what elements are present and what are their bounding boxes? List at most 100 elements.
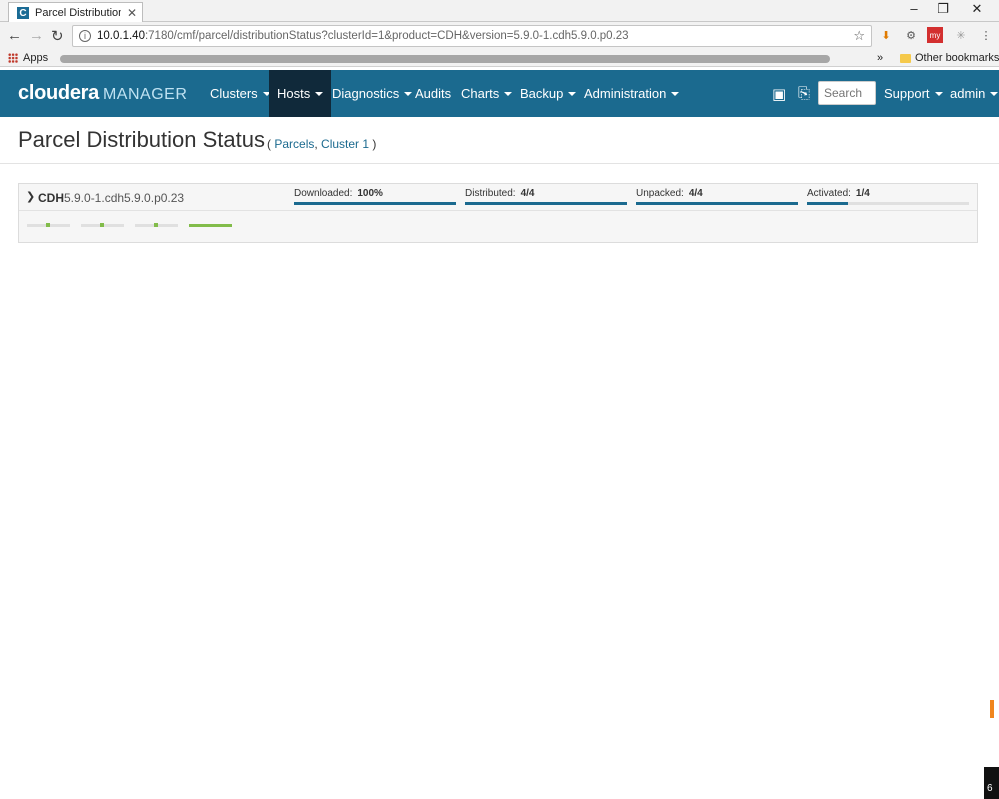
caret-down-icon	[315, 91, 324, 96]
progress-fill	[294, 202, 456, 205]
host-status-dot	[100, 223, 104, 227]
stage-label: Unpacked:	[636, 188, 684, 199]
caret-down-icon	[990, 91, 999, 96]
menu-backup-label: Backup	[520, 86, 564, 101]
url-host: 10.0.1.40	[97, 30, 145, 42]
menu-audits[interactable]: Audits	[407, 70, 459, 117]
progress-bar	[636, 202, 798, 205]
parcels-gift-icon[interactable]: ▣	[772, 85, 786, 103]
close-window-icon[interactable]: ✕	[963, 1, 991, 17]
menu-user-label: admin	[950, 86, 986, 101]
menu-backup[interactable]: Backup	[512, 70, 584, 117]
address-bar[interactable]: i 10.0.1.40 :7180/cmf/parcel/distributio…	[72, 25, 872, 47]
stage-distributed: Distributed: 4/4	[465, 188, 627, 205]
browser-toolbar: ← → ↻ i 10.0.1.40 :7180/cmf/parcel/distr…	[0, 22, 999, 50]
progress-fill	[807, 202, 848, 205]
chevron-down-icon[interactable]: ❯	[26, 190, 35, 203]
bookmarks-overflow[interactable]: »	[877, 52, 883, 64]
browser-menu-icon[interactable]: ⋮	[978, 27, 994, 43]
running-commands-icon[interactable]: ⎘	[798, 85, 810, 102]
restore-window-icon[interactable]: ❐	[929, 1, 957, 17]
crumb-open: (	[267, 137, 271, 151]
close-tab-icon[interactable]: ✕	[127, 6, 137, 20]
search-input[interactable]	[818, 81, 876, 105]
info-icon[interactable]: i	[79, 30, 91, 42]
browser-tabstrip: C Parcel Distribution S ✕ – ❐ ✕	[0, 0, 999, 23]
extension-gear-icon[interactable]: ⚙	[903, 27, 919, 43]
crumb-separator: ,	[314, 137, 318, 151]
bookmark-star-icon[interactable]: ☆	[853, 28, 865, 44]
stage-activated: Activated: 1/4	[807, 188, 969, 205]
bookmark-other-label: Other bookmarks	[915, 52, 999, 64]
stage-label: Downloaded:	[294, 188, 353, 199]
progress-bar	[294, 202, 456, 205]
stage-value: 4/4	[688, 188, 703, 199]
stage-downloaded: Downloaded: 100%	[294, 188, 456, 205]
host-status-dot	[46, 223, 50, 227]
menu-clusters[interactable]: Clusters	[202, 70, 279, 117]
logo-sub-text: MANAGER	[102, 86, 188, 103]
reload-icon[interactable]: ↻	[51, 27, 64, 45]
host-status-bar[interactable]	[27, 223, 70, 227]
extension-my-icon[interactable]: my	[927, 27, 943, 43]
menu-diagnostics[interactable]: Diagnostics	[324, 70, 420, 117]
bookmarks-bar: Apps » Other bookmarks	[0, 50, 999, 67]
folder-icon	[900, 53, 911, 63]
crumb-close: )	[372, 137, 377, 151]
menu-charts[interactable]: Charts	[453, 70, 520, 117]
host-status-bar[interactable]	[81, 223, 124, 227]
cloudera-favicon-icon: C	[17, 7, 29, 19]
menu-diagnostics-label: Diagnostics	[332, 86, 400, 101]
download-icon[interactable]: ⬇	[878, 27, 894, 43]
logo-text: cloudera	[18, 82, 99, 104]
minimize-window-icon[interactable]: –	[900, 1, 928, 16]
bookmark-apps[interactable]: Apps	[8, 52, 48, 64]
feedback-tab[interactable]	[990, 700, 994, 718]
caret-down-icon	[671, 91, 680, 96]
menu-charts-label: Charts	[461, 86, 500, 101]
parcel-panel: ❯ CDH 5.9.0-1.cdh5.9.0.p0.23 Downloaded:…	[18, 183, 978, 243]
cloudera-manager-logo[interactable]: cloudera MANAGER	[18, 82, 187, 105]
tab-title: Parcel Distribution S	[35, 7, 121, 19]
host-status-bar[interactable]	[189, 224, 232, 227]
forward-arrow-icon[interactable]: →	[29, 27, 44, 44]
stage-value: 4/4	[520, 188, 535, 199]
bookmark-apps-label: Apps	[23, 52, 49, 64]
parcel-version: 5.9.0-1.cdh5.9.0.p0.23	[64, 191, 185, 205]
stage-value: 1/4	[855, 188, 870, 199]
divider	[0, 163, 999, 164]
url-path: :7180/cmf/parcel/distributionStatus?clus…	[144, 30, 629, 42]
menu-audits-label: Audits	[415, 86, 452, 101]
menu-support-label: Support	[884, 86, 930, 101]
host-status-bar[interactable]	[135, 223, 178, 227]
menu-user[interactable]: admin	[942, 70, 999, 117]
progress-bar	[807, 202, 969, 205]
stage-label: Distributed:	[465, 188, 516, 199]
menu-clusters-label: Clusters	[210, 86, 258, 101]
stage-unpacked: Unpacked: 4/4	[636, 188, 798, 205]
page-title: Parcel Distribution Status	[18, 127, 265, 152]
crumb-parcels-link[interactable]: Parcels	[274, 137, 314, 151]
extension-puzzle-icon[interactable]: ✳	[953, 27, 969, 43]
progress-bar	[465, 202, 627, 205]
menu-administration-label: Administration	[584, 86, 667, 101]
back-arrow-icon[interactable]: ←	[7, 27, 22, 44]
menu-hosts-label: Hosts	[277, 86, 311, 101]
parcel-name: CDH	[38, 191, 64, 205]
menu-support[interactable]: Support	[876, 70, 951, 117]
redacted-bookmarks	[60, 55, 830, 63]
breadcrumb: ( Parcels, Cluster 1 )	[267, 137, 376, 151]
apps-grid-icon	[8, 53, 18, 63]
bookmark-other[interactable]: Other bookmarks	[900, 52, 999, 64]
stage-label: Activated:	[807, 188, 851, 199]
crumb-cluster-link[interactable]: Cluster 1	[321, 137, 369, 151]
side-widget-badge[interactable]: 6	[984, 767, 999, 799]
browser-tab[interactable]: C Parcel Distribution S ✕	[8, 2, 143, 23]
menu-hosts[interactable]: Hosts	[269, 70, 332, 117]
progress-fill	[636, 202, 798, 205]
progress-fill	[465, 202, 627, 205]
stage-value: 100%	[357, 188, 383, 199]
menu-administration[interactable]: Administration	[576, 70, 687, 117]
parcel-header[interactable]: ❯ CDH 5.9.0-1.cdh5.9.0.p0.23 Downloaded:…	[19, 184, 977, 211]
host-status-dot	[154, 223, 158, 227]
